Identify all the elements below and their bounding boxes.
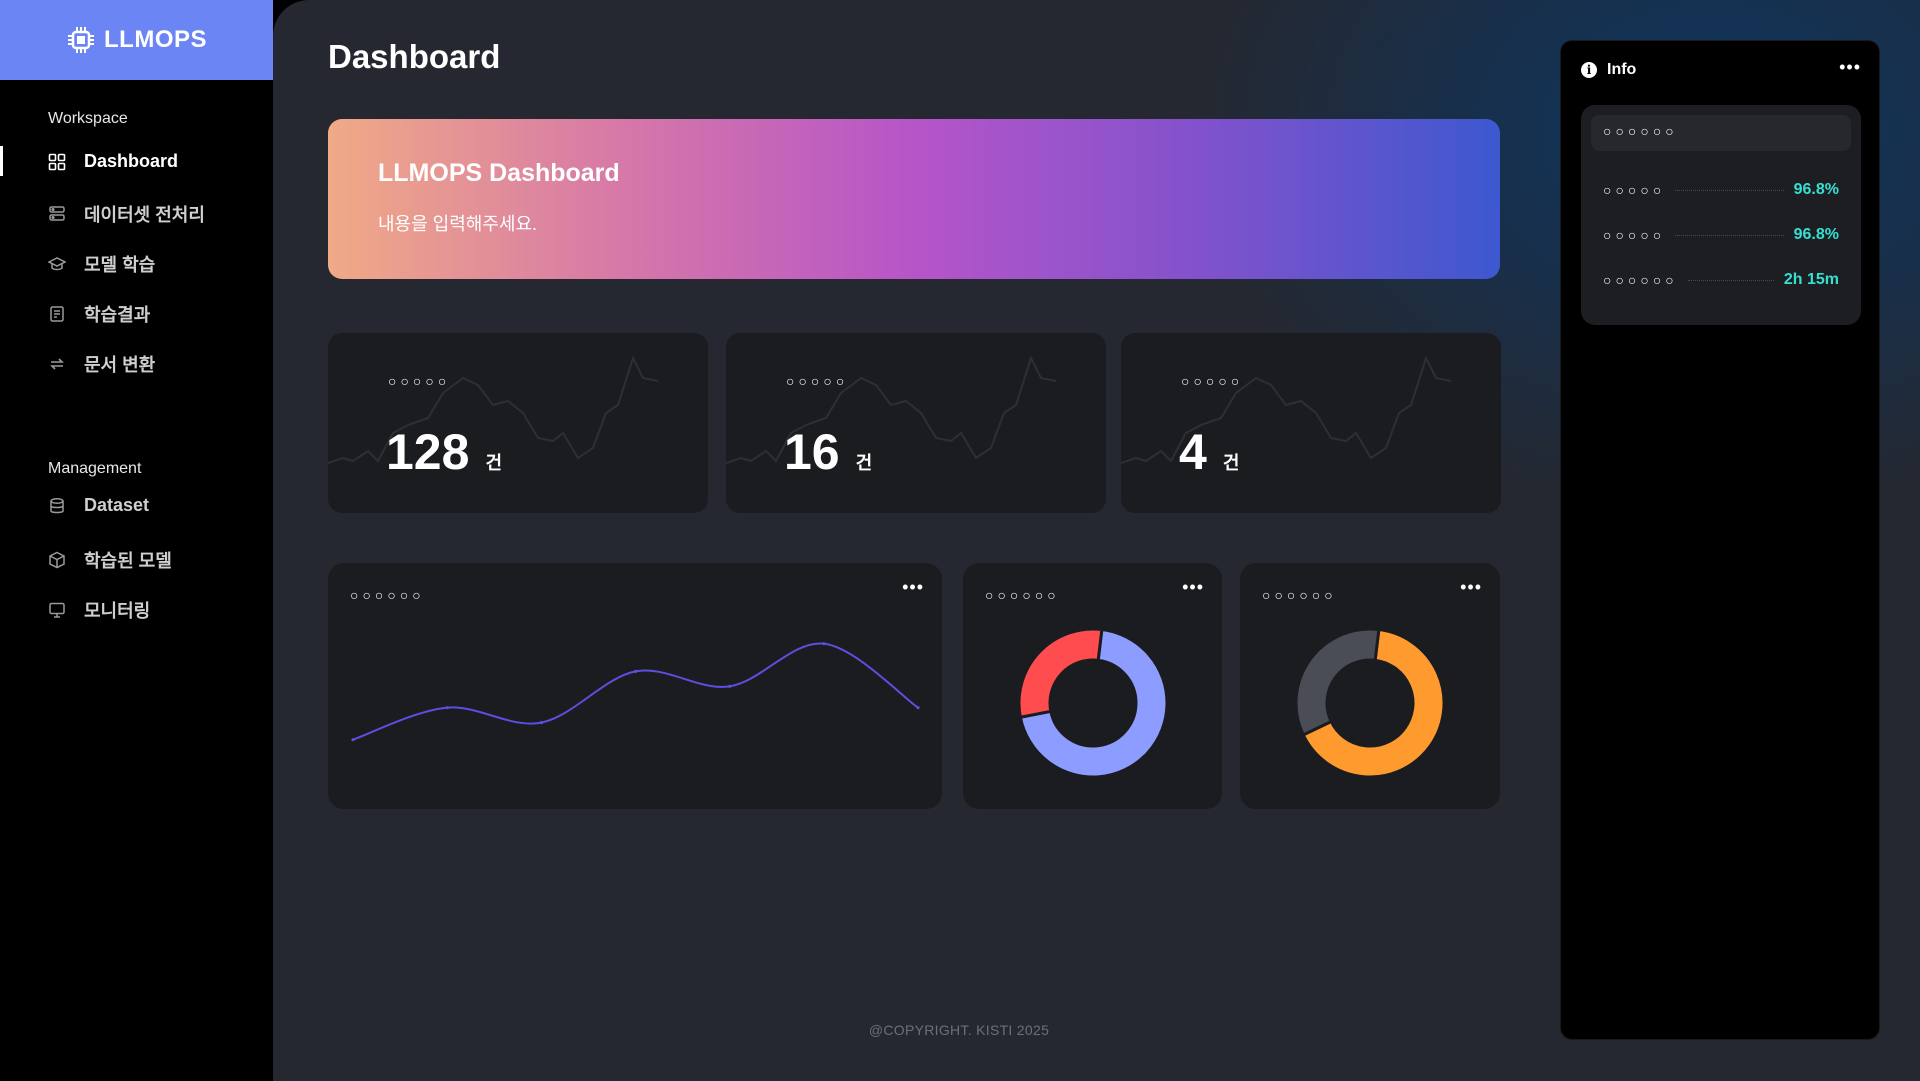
donut-slice xyxy=(1294,627,1381,737)
info-row-label: ○○○○○ xyxy=(1603,182,1666,198)
stat-card: ○○○○○ 4 건 xyxy=(1121,333,1501,513)
brand-name: LLMOPS xyxy=(104,26,207,53)
sidebar-item-monitoring[interactable]: 모니터링 xyxy=(48,597,150,623)
stat-label: ○○○○○ xyxy=(786,373,849,389)
info-row: ○○○○○○ 2h 15m xyxy=(1603,271,1839,289)
active-indicator xyxy=(0,146,3,176)
stat-unit: 건 xyxy=(1222,453,1240,473)
dotted-leader xyxy=(1675,234,1784,236)
info-row-value: 96.8% xyxy=(1793,226,1839,243)
info-icon: i xyxy=(1581,62,1597,78)
sidebar-item-label: 데이터셋 전처리 xyxy=(84,205,205,225)
sidebar-item-label: 학습결과 xyxy=(84,305,151,325)
donut-chart xyxy=(1017,627,1169,779)
info-row-value: 96.8% xyxy=(1793,181,1839,198)
sidebar-item-label: 학습된 모델 xyxy=(84,551,172,571)
stat-value: 128 xyxy=(386,424,470,480)
dashboard-banner: LLMOPS Dashboard 내용을 입력해주세요. xyxy=(328,119,1500,279)
sidebar-item-label: 모델 학습 xyxy=(84,255,156,275)
sparkline xyxy=(328,355,659,464)
stat-unit: 건 xyxy=(855,453,873,473)
more-options-button[interactable]: ••• xyxy=(1839,57,1861,78)
info-title: Info xyxy=(1607,61,1637,78)
sidebar-item-dataset[interactable]: Dataset xyxy=(48,495,149,516)
graduation-cap-icon xyxy=(48,255,66,273)
data-point xyxy=(351,738,355,742)
sidebar-item-label: 문서 변환 xyxy=(84,355,156,375)
sidebar: LLMOPS Workspace Dashboard 데이터셋 전처리 모델 학… xyxy=(0,0,273,1081)
data-point xyxy=(445,706,449,710)
stat-label: ○○○○○ xyxy=(388,373,451,389)
brand-logo[interactable]: LLMOPS xyxy=(0,0,273,80)
data-point xyxy=(633,669,638,673)
donut-chart-panel: ○○○○○○ ••• xyxy=(1240,563,1500,809)
management-label: Management xyxy=(48,460,142,477)
info-row-value: 2h 15m xyxy=(1783,271,1839,288)
stat-label: ○○○○○ xyxy=(1181,373,1244,389)
data-point xyxy=(822,642,826,646)
page-title: Dashboard xyxy=(328,38,501,75)
sidebar-item-label: Dataset xyxy=(84,495,150,515)
donut-slice xyxy=(1017,627,1104,720)
stat-card: ○○○○○ 16 건 xyxy=(726,333,1106,513)
data-point xyxy=(728,684,732,688)
chip-icon xyxy=(68,27,94,53)
info-row-label: ○○○○○ xyxy=(1603,227,1666,243)
donut-chart xyxy=(1294,627,1446,779)
stat-value: 16 xyxy=(784,424,840,480)
donut-chart-panel: ○○○○○○ ••• xyxy=(963,563,1222,809)
sidebar-item-dataset-preprocessing[interactable]: 데이터셋 전처리 xyxy=(48,201,205,227)
workspace-label: Workspace xyxy=(48,110,128,127)
cube-icon xyxy=(48,551,66,569)
stat-unit: 건 xyxy=(485,453,502,473)
report-icon xyxy=(48,305,66,323)
series-line xyxy=(352,642,919,741)
server-icon xyxy=(48,205,66,223)
banner-subtitle: 내용을 입력해주세요. xyxy=(378,214,538,234)
stat-card: ○○○○○ 128 건 xyxy=(328,333,708,513)
sidebar-item-model-training[interactable]: 모델 학습 xyxy=(48,251,155,277)
copyright-footer: @COPYRIGHT. KISTI 2025 xyxy=(868,1022,1050,1038)
info-panel: i Info ••• ○○○○○○ ○○○○○ 96.8% ○○○○○ 96.8… xyxy=(1560,40,1880,1040)
line-chart-panel: ○○○○○○ ••• xyxy=(328,563,942,809)
info-card-header: ○○○○○○ xyxy=(1591,115,1851,151)
sidebar-item-document-conversion[interactable]: 문서 변환 xyxy=(48,351,155,377)
grid-icon xyxy=(48,153,66,171)
data-point xyxy=(539,721,543,725)
database-icon xyxy=(48,497,66,515)
sidebar-item-dashboard[interactable]: Dashboard xyxy=(48,151,178,172)
info-row-label: ○○○○○○ xyxy=(1603,272,1678,288)
info-card: ○○○○○○ ○○○○○ 96.8% ○○○○○ 96.8% ○○○○○○ 2h… xyxy=(1581,105,1861,325)
sparkline xyxy=(726,355,1057,464)
info-row: ○○○○○ 96.8% xyxy=(1603,226,1839,244)
sparkline xyxy=(1121,355,1452,464)
dotted-leader xyxy=(1687,279,1774,281)
stat-value: 4 xyxy=(1179,424,1207,480)
sidebar-item-trained-models[interactable]: 학습된 모델 xyxy=(48,547,172,573)
info-row: ○○○○○ 96.8% xyxy=(1603,181,1839,199)
dotted-leader xyxy=(1675,189,1784,191)
monitor-icon xyxy=(48,601,66,619)
line-chart xyxy=(351,642,920,742)
sidebar-item-training-results[interactable]: 학습결과 xyxy=(48,301,150,327)
convert-icon xyxy=(48,355,66,373)
data-point xyxy=(916,706,920,710)
banner-title: LLMOPS Dashboard xyxy=(378,159,620,187)
sidebar-item-label: Dashboard xyxy=(84,151,179,171)
sidebar-item-label: 모니터링 xyxy=(84,601,151,621)
